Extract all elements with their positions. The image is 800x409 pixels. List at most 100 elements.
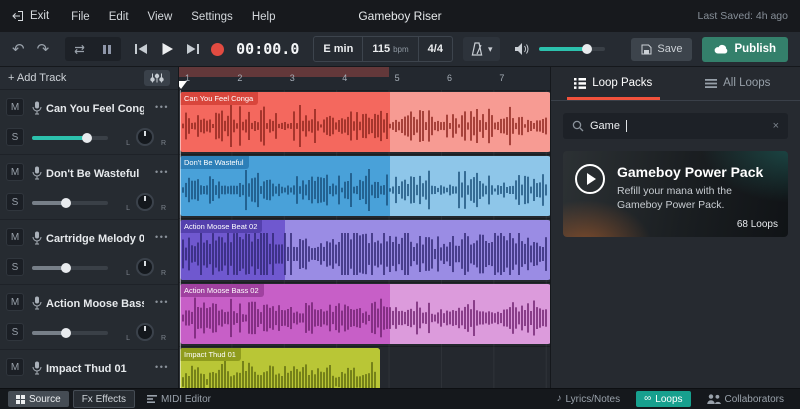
key-selector[interactable]: E min	[314, 37, 364, 61]
tab-label: MIDI Editor	[160, 393, 211, 405]
track-name: Impact Thud 01	[46, 363, 127, 375]
clip-action-moose-beat-02[interactable]: Action Moose Beat 02	[180, 220, 551, 280]
search-input-value[interactable]: Game	[590, 120, 620, 132]
slider-handle[interactable]	[61, 328, 72, 338]
track-menu-button[interactable]: •••	[155, 102, 169, 112]
track-volume-slider[interactable]	[32, 328, 108, 338]
clip-impact-thud-01[interactable]: Impact Thud 01	[180, 348, 380, 388]
bar-number-3: 3	[289, 73, 295, 83]
add-track-button[interactable]: + Add Track	[8, 72, 66, 84]
track-lanes[interactable]: Can You Feel Conga Don't Be Wasteful Act…	[179, 90, 551, 388]
mute-button[interactable]: M	[6, 358, 24, 376]
clip-action-moose-bass-02[interactable]: Action Moose Bass 02	[180, 284, 551, 344]
loops-panel: Loop Packs All Loops Game × Gameboy Power…	[550, 66, 800, 388]
pan-right-label: R	[160, 335, 166, 342]
mute-button[interactable]: M	[6, 98, 24, 116]
track-volume-slider[interactable]	[32, 263, 108, 273]
track-row-cartridge-melody-01[interactable]: M S Cartridge Melody 01 ••• L R	[0, 220, 178, 285]
panel-tab-collaborators[interactable]: Collaborators	[699, 391, 792, 407]
clip-don-t-be-wasteful[interactable]: Don't Be Wasteful	[180, 156, 551, 216]
pack-title: Gameboy Power Pack	[617, 164, 764, 180]
last-saved-status: Last Saved: 4h ago	[697, 10, 789, 22]
loop-toggle-button[interactable]	[69, 40, 89, 58]
panel-tab-loops[interactable]: ∞ Loops	[636, 391, 691, 407]
song-settings-group: E min 115 bpm 4/4	[313, 36, 453, 62]
mixer-icon	[150, 73, 164, 82]
preview-play-button[interactable]	[575, 164, 605, 194]
mute-button[interactable]: M	[6, 163, 24, 181]
menu-settings[interactable]: Settings	[191, 11, 233, 23]
editor-tab-midi-editor[interactable]: MIDI Editor	[139, 391, 219, 407]
track-menu-button[interactable]: •••	[155, 167, 169, 177]
master-volume-slider[interactable]	[539, 44, 606, 54]
editor-tab-source[interactable]: Source	[8, 391, 69, 407]
timeline-ruler[interactable]: 12345678	[179, 66, 551, 91]
panel-tab-lyrics-notes[interactable]: ♪ Lyrics/Notes	[548, 391, 628, 407]
pan-right-label: R	[160, 205, 166, 212]
redo-icon[interactable]: ↷	[37, 42, 50, 57]
track-menu-button[interactable]: •••	[155, 362, 169, 372]
publish-button[interactable]: Publish	[702, 36, 788, 62]
undo-icon[interactable]: ↶	[12, 42, 25, 57]
clear-search-icon[interactable]: ×	[773, 120, 779, 132]
solo-button[interactable]: S	[6, 193, 24, 211]
pause-button[interactable]	[97, 40, 117, 58]
pan-knob[interactable]	[136, 323, 154, 341]
save-button[interactable]: Save	[631, 37, 693, 61]
track-row-impact-thud-01[interactable]: M S Impact Thud 01 ••• L R	[0, 350, 178, 388]
volume-handle[interactable]	[581, 44, 592, 54]
menu-help[interactable]: Help	[252, 11, 276, 23]
pan-indicator	[144, 326, 146, 331]
bpm-selector[interactable]: 115 bpm	[363, 37, 419, 61]
pan-knob[interactable]	[136, 258, 154, 276]
chevron-down-icon[interactable]: ▾	[488, 44, 493, 55]
loop-pack-card[interactable]: Gameboy Power Pack Refill your mana with…	[563, 151, 788, 237]
track-name: Can You Feel Conga	[46, 103, 144, 115]
slider-handle[interactable]	[61, 198, 72, 208]
loop-search-field[interactable]: Game ×	[563, 113, 788, 139]
waveform-icon	[182, 105, 547, 147]
track-menu-button[interactable]: •••	[155, 297, 169, 307]
skip-to-end-button[interactable]	[183, 40, 203, 58]
bpm-value: 115	[372, 43, 391, 55]
tab-all-loops[interactable]: All Loops	[676, 66, 800, 100]
pan-left-label: L	[126, 335, 130, 342]
record-button[interactable]	[211, 42, 225, 56]
microphone-icon	[32, 101, 42, 115]
slider-handle[interactable]	[81, 133, 92, 143]
speaker-icon[interactable]	[514, 42, 531, 56]
clip-can-you-feel-conga[interactable]: Can You Feel Conga	[180, 92, 551, 152]
menu-file[interactable]: File	[71, 11, 90, 23]
tab-loop-packs[interactable]: Loop Packs	[551, 66, 676, 100]
exit-label: Exit	[30, 10, 50, 22]
track-menu-button[interactable]: •••	[155, 232, 169, 242]
metronome-button[interactable]: ▾	[462, 37, 501, 61]
time-signature-selector[interactable]: 4/4	[419, 37, 452, 61]
mixer-button[interactable]	[144, 69, 170, 86]
pan-knob[interactable]	[136, 193, 154, 211]
microphone-icon	[32, 231, 42, 245]
mute-button[interactable]: M	[6, 293, 24, 311]
editor-tab-fx-effects[interactable]: Fx Effects	[72, 390, 135, 408]
track-row-can-you-feel-conga[interactable]: M S Can You Feel Conga ••• L R	[0, 90, 178, 155]
solo-button[interactable]: S	[6, 128, 24, 146]
tab-label: Collaborators	[724, 393, 784, 405]
track-row-don-t-be-wasteful[interactable]: M S Don't Be Wasteful ••• L R	[0, 155, 178, 220]
track-volume-slider[interactable]	[32, 133, 108, 143]
playhead-marker[interactable]	[179, 81, 187, 89]
exit-button[interactable]: Exit	[12, 10, 49, 22]
slider-handle[interactable]	[61, 263, 72, 273]
track-row-action-moose-bass-02[interactable]: M S Action Moose Bass 02 ••• L R	[0, 285, 178, 350]
skip-to-start-button[interactable]	[131, 40, 151, 58]
pan-knob[interactable]	[136, 128, 154, 146]
menu-view[interactable]: View	[148, 11, 173, 23]
pack-description: Refill your mana with the Gameboy Power …	[617, 185, 732, 212]
play-button[interactable]	[157, 40, 177, 58]
mute-button[interactable]: M	[6, 228, 24, 246]
solo-button[interactable]: S	[6, 323, 24, 341]
menu-edit[interactable]: Edit	[109, 11, 129, 23]
solo-button[interactable]: S	[6, 258, 24, 276]
track-volume-slider[interactable]	[32, 198, 108, 208]
time-display: 00:00.0	[236, 40, 300, 58]
loop-region-marker[interactable]	[179, 66, 389, 77]
